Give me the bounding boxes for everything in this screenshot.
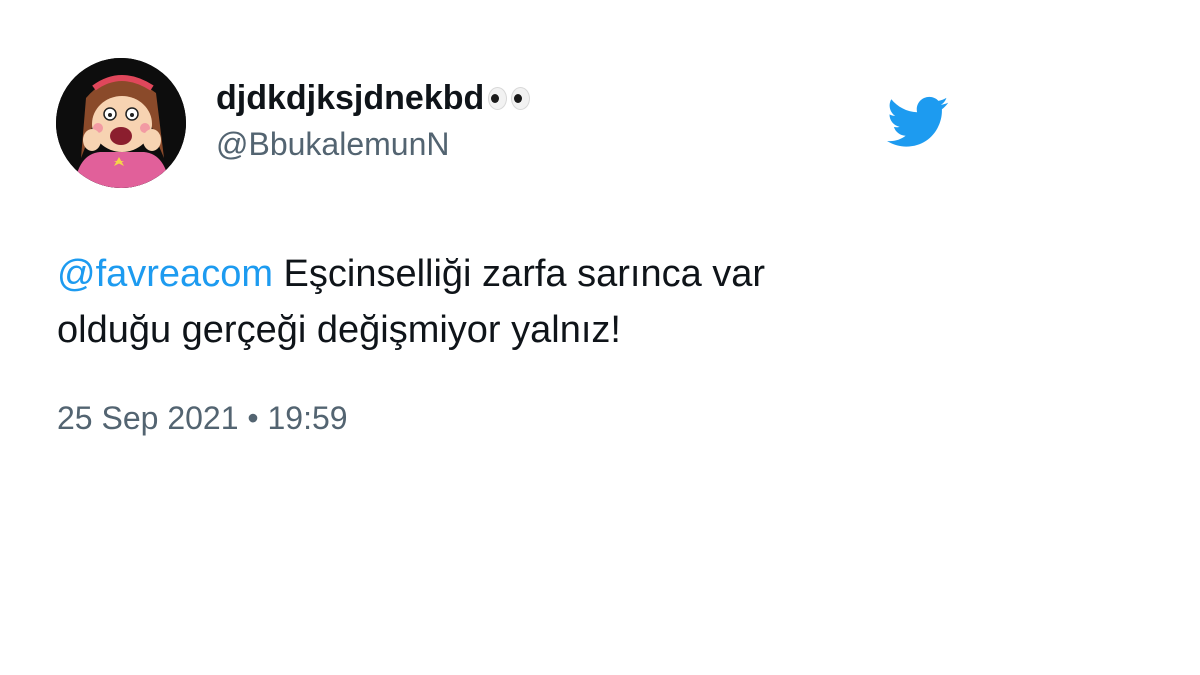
display-name[interactable]: djdkdjksjdnekbd (216, 76, 531, 120)
user-handle[interactable]: @BbukalemunN (216, 122, 530, 166)
eye-left-icon (488, 86, 508, 110)
tweet-card: djdkdjksjdnekbd @BbukalemunN @favreacom … (0, 0, 1200, 675)
tweet-text-line-2: olduğu gerçeği değişmiyor yalnız! (57, 309, 621, 351)
avatar-illustration (56, 58, 186, 188)
eyes-emoji-icon (488, 86, 531, 110)
tweet-date: 25 Sep 2021 (57, 400, 239, 436)
display-name-text: djdkdjksjdnekbd (216, 79, 485, 117)
mention-link[interactable]: @favreacom (57, 253, 273, 295)
tweet-text-line-1-rest: Eşcinselliği zarfa sarınca var (272, 253, 766, 295)
tweet-timestamp[interactable]: 25 Sep 2021 • 19:59 (57, 396, 348, 440)
tweet-text-line-1: @favreacom Eşcinselliği zarfa sarınca va… (57, 246, 917, 302)
tweet-text: @favreacom Eşcinselliği zarfa sarınca va… (57, 246, 917, 358)
user-info: djdkdjksjdnekbd @BbukalemunN (216, 76, 531, 166)
twitter-bird-icon[interactable] (880, 90, 956, 152)
tweet-time: 19:59 (267, 400, 348, 436)
avatar[interactable] (56, 58, 186, 188)
eye-right-icon (511, 86, 531, 110)
timestamp-separator: • (247, 400, 259, 436)
